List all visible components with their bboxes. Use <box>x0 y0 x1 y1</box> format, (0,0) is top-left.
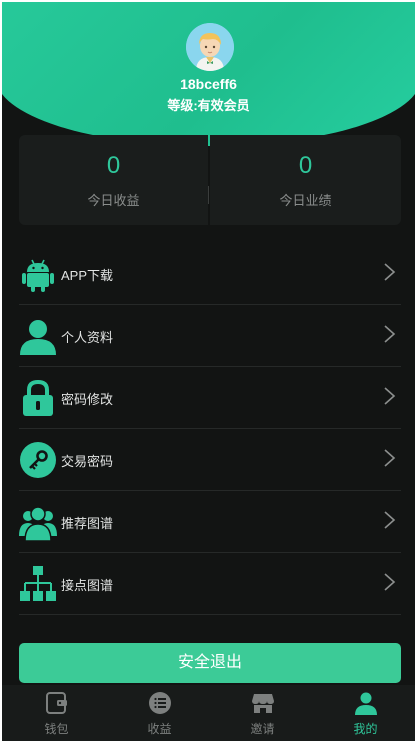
list-icon <box>148 691 172 715</box>
member-level: 等级:有效会员 <box>167 98 250 113</box>
menu-item-label: 接点图谱 <box>61 578 114 593</box>
tab-label: 邀请 <box>250 722 275 736</box>
menu-item-label: 交易密码 <box>61 454 114 469</box>
chevron-right-icon <box>381 262 397 282</box>
org-chart-icon <box>19 565 57 603</box>
wallet-icon <box>45 691 69 715</box>
tab-label: 收益 <box>147 722 172 736</box>
menu-item-referral-chart[interactable]: 推荐图谱 <box>19 490 401 553</box>
menu-item-personal-info[interactable]: 个人资料 <box>19 304 401 367</box>
stat-divider <box>208 186 209 204</box>
tab-label: 钱包 <box>44 722 69 736</box>
menu-item-label: 密码修改 <box>61 392 114 407</box>
profile-screen: 18bceff6 等级:有效会员 0 今日收益 0 今日业绩 APP下载 个人资… <box>2 2 415 741</box>
today-performance-label: 今日业绩 <box>279 193 332 208</box>
android-icon <box>19 255 57 293</box>
menu-item-label: 个人资料 <box>61 330 114 345</box>
user-icon <box>19 317 57 355</box>
menu-item-label: APP下载 <box>61 268 114 283</box>
logout-button[interactable]: 安全退出 <box>19 643 401 683</box>
today-performance-value: 0 <box>298 152 313 179</box>
bottom-tab-bar: 钱包 收益 邀请 我的 <box>2 685 415 741</box>
tab-wallet[interactable]: 钱包 <box>5 685 108 741</box>
today-performance-card: 0 今日业绩 <box>210 135 401 225</box>
username: 18bceff6 <box>180 76 237 92</box>
chevron-right-icon <box>381 448 397 468</box>
lock-icon <box>19 379 57 417</box>
menu-item-label: 推荐图谱 <box>61 516 114 531</box>
chevron-right-icon <box>381 386 397 406</box>
tab-invite[interactable]: 邀请 <box>211 685 314 741</box>
key-icon <box>19 441 57 479</box>
avatar[interactable] <box>186 23 234 71</box>
menu-item-app-download[interactable]: APP下载 <box>19 242 401 305</box>
chevron-right-icon <box>381 324 397 344</box>
team-icon <box>19 503 57 542</box>
tab-label: 我的 <box>353 722 378 736</box>
chevron-right-icon <box>381 510 397 530</box>
tab-mine[interactable]: 我的 <box>314 685 415 741</box>
today-earnings-label: 今日收益 <box>87 193 140 208</box>
person-icon <box>354 691 378 715</box>
menu-item-node-chart[interactable]: 接点图谱 <box>19 552 401 615</box>
store-icon <box>251 691 275 715</box>
menu-item-change-password[interactable]: 密码修改 <box>19 366 401 429</box>
today-earnings-card: 0 今日收益 <box>19 135 208 225</box>
today-earnings-value: 0 <box>106 152 121 179</box>
menu-item-trade-password[interactable]: 交易密码 <box>19 428 401 491</box>
chevron-right-icon <box>381 572 397 592</box>
tab-earnings[interactable]: 收益 <box>108 685 211 741</box>
